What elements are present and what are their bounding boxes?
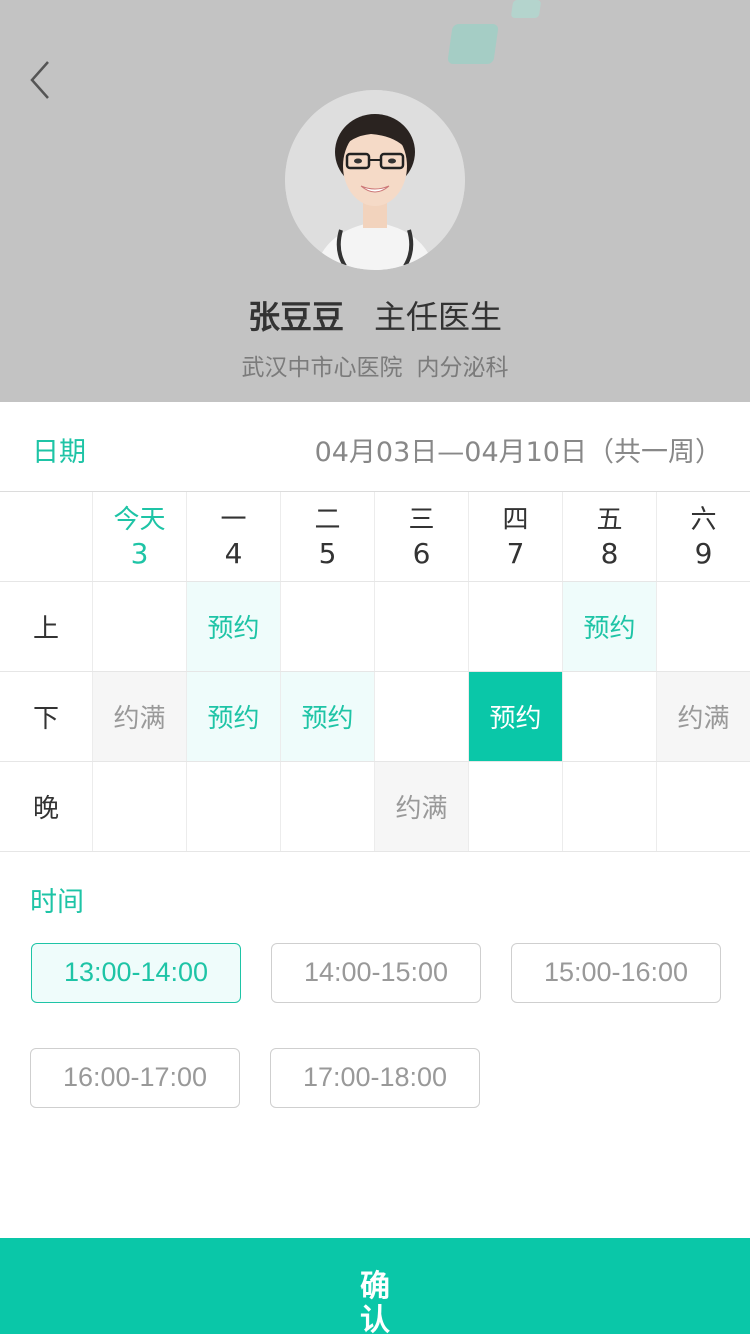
day-number: 7 <box>506 536 525 570</box>
day-number: 3 <box>130 536 149 570</box>
schedule-cell-empty <box>656 762 750 851</box>
schedule-cell-empty <box>280 762 374 851</box>
day-number: 5 <box>318 536 337 570</box>
decoration-shape <box>447 24 499 64</box>
doctor-header: 张豆豆 主任医生 武汉中市心医院 内分泌科 <box>0 0 750 402</box>
day-column-header: 六9 <box>656 492 750 581</box>
date-row: 日期 04月03日—04月10日（共一周） <box>0 402 750 492</box>
date-range: 04月03日—04月10日（共一周） <box>314 437 722 468</box>
weekday-label: 五 <box>596 504 623 535</box>
weekday-label: 一 <box>220 504 247 535</box>
schedule-cell-empty <box>186 762 280 851</box>
day-column-header: 三6 <box>374 492 468 581</box>
day-number: 4 <box>224 536 243 570</box>
schedule-cell-empty <box>374 582 468 671</box>
date-label: 日期 <box>32 437 86 468</box>
weekday-label: 三 <box>408 504 435 535</box>
period-label: 上 <box>32 614 59 644</box>
decoration-shape <box>510 0 542 18</box>
department-name: 内分泌科 <box>416 355 509 381</box>
period-row: 上 预约 预约 <box>0 582 750 672</box>
schedule-cell-empty <box>656 582 750 671</box>
period-row: 下约满 预约 预约 预约 约满 <box>0 672 750 762</box>
confirm-button[interactable]: 确认 <box>0 1238 750 1334</box>
day-number: 8 <box>600 536 619 570</box>
day-column-header: 今天 3 <box>92 492 186 581</box>
time-label: 时间 <box>30 887 84 918</box>
time-slot[interactable]: 16:00-17:00 <box>30 1048 240 1108</box>
schedule-cell-selected[interactable]: 预约 <box>468 672 562 761</box>
hospital-name: 武汉中市心医院 <box>241 355 403 381</box>
schedule-cell-full: 约满 <box>656 672 750 761</box>
weekday-label: 今天 <box>113 504 166 535</box>
doctor-name: 张豆豆 <box>247 298 344 336</box>
period-label: 晚 <box>32 794 59 824</box>
day-number: 6 <box>412 536 431 570</box>
day-column-header: 一4 <box>186 492 280 581</box>
schedule-cell-empty <box>92 762 186 851</box>
schedule-cell-empty <box>280 582 374 671</box>
weekday-label: 二 <box>314 504 341 535</box>
schedule-cell-empty <box>374 672 468 761</box>
period-label: 下 <box>32 704 59 734</box>
doctor-title: 主任医生 <box>374 298 503 336</box>
schedule-cell-full: 约满 <box>92 672 186 761</box>
schedule-cell-empty <box>92 582 186 671</box>
schedule-cell-empty <box>468 582 562 671</box>
schedule-cell-empty <box>562 672 656 761</box>
weekday-label: 四 <box>502 504 529 535</box>
time-slot[interactable]: 15:00-16:00 <box>511 943 721 1003</box>
schedule-cell-full: 约满 <box>374 762 468 851</box>
time-slot[interactable]: 13:00-14:00 <box>31 943 241 1003</box>
schedule-header-row: 今天 3 一 4 二 5 三 6 四 7 五 8 六 9 <box>0 492 750 582</box>
doctor-avatar <box>285 90 465 270</box>
doctor-affiliation: 武汉中市心医院 内分泌科 <box>0 348 750 382</box>
grid-corner <box>0 492 92 581</box>
schedule-cell-available[interactable]: 预约 <box>280 672 374 761</box>
schedule-cell-available[interactable]: 预约 <box>562 582 656 671</box>
time-slot[interactable]: 17:00-18:00 <box>270 1048 480 1108</box>
schedule-cell-available[interactable]: 预约 <box>186 672 280 761</box>
confirm-label: 确认 <box>360 1269 390 1334</box>
day-column-header: 二5 <box>280 492 374 581</box>
doctor-name-row: 张豆豆 主任医生 <box>0 292 750 338</box>
period-row: 晚 约满 <box>0 762 750 852</box>
day-column-header: 五8 <box>562 492 656 581</box>
weekday-label: 六 <box>690 504 717 535</box>
day-column-header: 四7 <box>468 492 562 581</box>
schedule-cell-empty <box>468 762 562 851</box>
back-icon[interactable] <box>24 56 64 104</box>
schedule-grid: 今天 3 一 4 二 5 三 6 四 7 五 8 六 9 上预约 预约下约满 预约 预约 预约 约满晚约满 <box>0 492 750 852</box>
schedule-cell-available[interactable]: 预约 <box>186 582 280 671</box>
time-slot[interactable]: 14:00-15:00 <box>271 943 481 1003</box>
day-number: 9 <box>694 536 713 570</box>
schedule-cell-empty <box>562 762 656 851</box>
